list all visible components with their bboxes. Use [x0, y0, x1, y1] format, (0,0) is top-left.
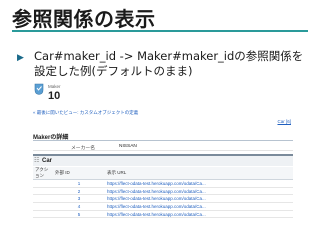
external-id-link[interactable]: 1 — [53, 179, 105, 188]
related-list-object-icon: ☷ — [34, 158, 40, 164]
back-to-list-link[interactable]: « 最後に開いたビュー: カスタムオブジェクトの定義 — [33, 110, 138, 116]
related-list-table: アクション 外部 ID 表示 URL 1 https://flect-odata… — [33, 167, 293, 219]
display-url-link[interactable]: https://flect-odata-test.herokuapp.com/o… — [105, 202, 293, 211]
external-id-link[interactable]: 5 — [53, 210, 105, 219]
maker-object-icon — [34, 83, 44, 95]
related-list-header: ☷ Car — [33, 154, 293, 166]
related-list-header-row: アクション 外部 ID 表示 URL — [33, 167, 293, 180]
table-row: 2 https://flect-odata-test.herokuapp.com… — [33, 187, 293, 196]
table-row: 4 https://flect-odata-test.herokuapp.com… — [33, 202, 293, 211]
detail-section-divider — [33, 140, 293, 141]
table-row: 1 https://flect-odata-test.herokuapp.com… — [33, 179, 293, 188]
action-cell — [33, 202, 53, 211]
table-row: 5 https://flect-odata-test.herokuapp.com… — [33, 210, 293, 219]
display-url-link[interactable]: https://flect-odata-test.herokuapp.com/o… — [105, 210, 293, 219]
external-id-link[interactable]: 2 — [53, 187, 105, 196]
action-cell — [33, 194, 53, 204]
external-id-link[interactable]: 4 — [53, 202, 105, 211]
salesforce-screenshot: Maker 10 « 最後に開いたビュー: カスタムオブジェクトの定義 Car … — [31, 82, 295, 228]
display-url-link[interactable]: https://flect-odata-test.herokuapp.com/o… — [105, 187, 293, 196]
display-url-link[interactable]: https://flect-odata-test.herokuapp.com/o… — [105, 194, 293, 204]
column-header-display-url: 表示 URL — [105, 167, 293, 180]
table-row: 3 https://flect-odata-test.herokuapp.com… — [33, 194, 293, 204]
column-header-action: アクション — [33, 167, 53, 180]
related-list-hover-link[interactable]: Car [6] — [277, 119, 291, 124]
maker-name-value: NISSAN — [119, 144, 137, 149]
object-type-label: Maker — [48, 84, 61, 89]
display-url-link[interactable]: https://flect-odata-test.herokuapp.com/o… — [105, 179, 293, 188]
bullet-text: Car#maker_id -> Maker#maker_idの参照関係を設定した… — [34, 49, 304, 78]
related-list-title: Car — [42, 158, 53, 164]
action-cell — [33, 179, 53, 188]
title-underline — [12, 30, 308, 32]
field-divider — [33, 150, 293, 151]
slide-title: 参照関係の表示 — [12, 7, 156, 31]
action-cell — [33, 210, 53, 219]
column-header-external-id: 外部 ID — [53, 167, 105, 180]
bullet-marker-icon: ▶ — [17, 53, 24, 63]
external-id-link[interactable]: 3 — [53, 194, 105, 204]
action-cell — [33, 187, 53, 196]
record-name: 10 — [48, 90, 61, 102]
